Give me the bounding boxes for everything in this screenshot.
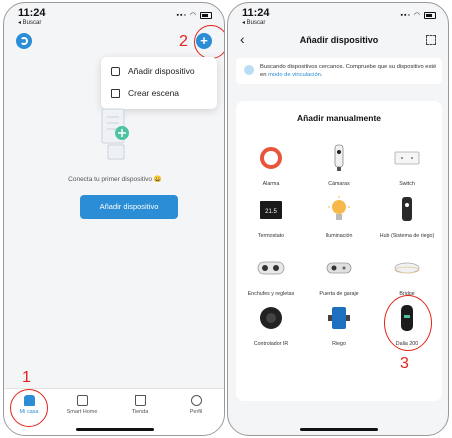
bag-icon xyxy=(134,395,146,406)
search-banner-text: Buscando dispositivos cercanos. Comprueb… xyxy=(260,63,438,79)
home-indicator xyxy=(76,428,154,431)
search-banner-end: . xyxy=(320,72,323,78)
device-switch[interactable]: Switch xyxy=(376,143,438,188)
step-3-highlight xyxy=(384,295,432,351)
searching-indicator-icon xyxy=(244,65,254,75)
menu-item-create-scene-label: Crear escena xyxy=(128,88,180,98)
garage-icon xyxy=(326,262,352,274)
irrigation-icon xyxy=(328,307,350,329)
back-to-search-link[interactable]: ◂ Buscar xyxy=(242,19,265,26)
device-camaras[interactable]: Cámaras xyxy=(308,143,370,188)
step-3-marker: 3 xyxy=(400,355,409,372)
device-label: Alarma xyxy=(262,181,280,187)
section-title: Añadir manualmente xyxy=(296,113,382,123)
tab-tienda-label: Tienda xyxy=(131,409,149,415)
battery-icon xyxy=(424,11,436,19)
profile-icon xyxy=(190,395,202,406)
tab-perfil[interactable]: Perfil xyxy=(176,395,216,415)
page-title: Añadir dispositivo xyxy=(299,35,379,45)
menu-item-add-device-label: Añadir dispositivo xyxy=(128,66,195,76)
step-2-highlight xyxy=(194,25,224,59)
alarm-ring-icon xyxy=(260,147,282,169)
tab-tienda[interactable]: Tienda xyxy=(120,395,160,415)
device-label: Switch xyxy=(399,181,415,187)
system-status-icons: ▪▪▫ ◠ xyxy=(401,11,436,19)
device-riego[interactable]: Riego xyxy=(308,303,370,348)
step-1-highlight xyxy=(10,389,48,427)
device-label: Enchufes y regletas xyxy=(247,291,295,297)
system-status-icons: ▪▪▫ ◠ xyxy=(177,11,212,19)
device-enchufes[interactable]: Enchufes y regletas xyxy=(240,253,302,298)
plug-icon xyxy=(257,261,285,275)
thermostat-display: 21.5 xyxy=(265,209,277,215)
step-2-marker: 2 xyxy=(179,33,188,50)
app-logo-icon xyxy=(16,33,32,49)
checkbox-icon xyxy=(76,395,88,406)
hub-icon xyxy=(402,197,412,221)
ir-controller-icon xyxy=(260,307,282,329)
device-label: Cámaras xyxy=(328,181,350,187)
add-device-button[interactable]: Añadir dispositivo xyxy=(80,195,178,219)
thermostat-icon: 21.5 xyxy=(260,201,282,219)
bridge-icon xyxy=(394,262,420,274)
device-label: Iluminación xyxy=(325,233,353,239)
device-termostato[interactable]: 21.5 Termostato xyxy=(240,195,302,240)
phone-screen-add-device: 11:24 ◂ Buscar ▪▪▫ ◠ ‹ Añadir dispositiv… xyxy=(227,2,449,436)
tab-smart-home-label: Smart Home xyxy=(66,409,98,415)
device-alarma[interactable]: Alarma xyxy=(240,143,302,188)
status-time: 11:24 xyxy=(18,7,46,19)
empty-state-message: Conecta tu primer dispositivo 😀 xyxy=(68,176,162,183)
battery-icon xyxy=(200,11,212,19)
empty-state-illustration xyxy=(101,108,129,160)
device-label: Hub (Sistema de riego) xyxy=(379,233,435,239)
bulb-icon xyxy=(328,196,350,220)
create-scene-icon xyxy=(111,89,120,99)
search-banner: Buscando dispositivos cercanos. Comprueb… xyxy=(236,58,442,84)
device-controlador-ir[interactable]: Controlador IR xyxy=(240,303,302,348)
device-label: Puerta de garaje xyxy=(319,291,359,297)
phone-screen-home: 11:24 ◂ Buscar ▪▪▫ ◠ + 2 Añadir disposit… xyxy=(3,2,225,436)
step-1-marker: 1 xyxy=(22,369,31,386)
back-to-search-link[interactable]: ◂ Buscar xyxy=(18,19,41,26)
menu-item-add-device[interactable]: Añadir dispositivo xyxy=(111,66,195,77)
add-menu-dropdown: Añadir dispositivo Crear escena xyxy=(101,57,217,109)
status-time: 11:24 xyxy=(242,7,270,19)
tab-smart-home[interactable]: Smart Home xyxy=(62,395,102,415)
device-iluminacion[interactable]: Iluminación xyxy=(308,195,370,240)
device-hub[interactable]: Hub (Sistema de riego) xyxy=(376,195,438,240)
device-puerta-garaje[interactable]: Puerta de garaje xyxy=(308,253,370,298)
home-indicator xyxy=(300,428,378,431)
device-label: Riego xyxy=(332,341,346,347)
switch-icon xyxy=(394,151,420,165)
menu-item-create-scene[interactable]: Crear escena xyxy=(111,88,180,99)
camera-icon xyxy=(334,144,344,171)
scan-icon[interactable] xyxy=(426,35,436,45)
pairing-mode-link[interactable]: modo de vinculación xyxy=(268,72,321,78)
manual-add-panel: Añadir manualmente Alarma Cámaras Switch… xyxy=(236,101,442,401)
device-label: Controlador IR xyxy=(253,341,289,347)
device-label: Termostato xyxy=(257,233,285,239)
tab-perfil-label: Perfil xyxy=(189,409,203,415)
add-device-icon xyxy=(111,67,120,77)
device-bridge[interactable]: Bridge xyxy=(376,253,438,298)
